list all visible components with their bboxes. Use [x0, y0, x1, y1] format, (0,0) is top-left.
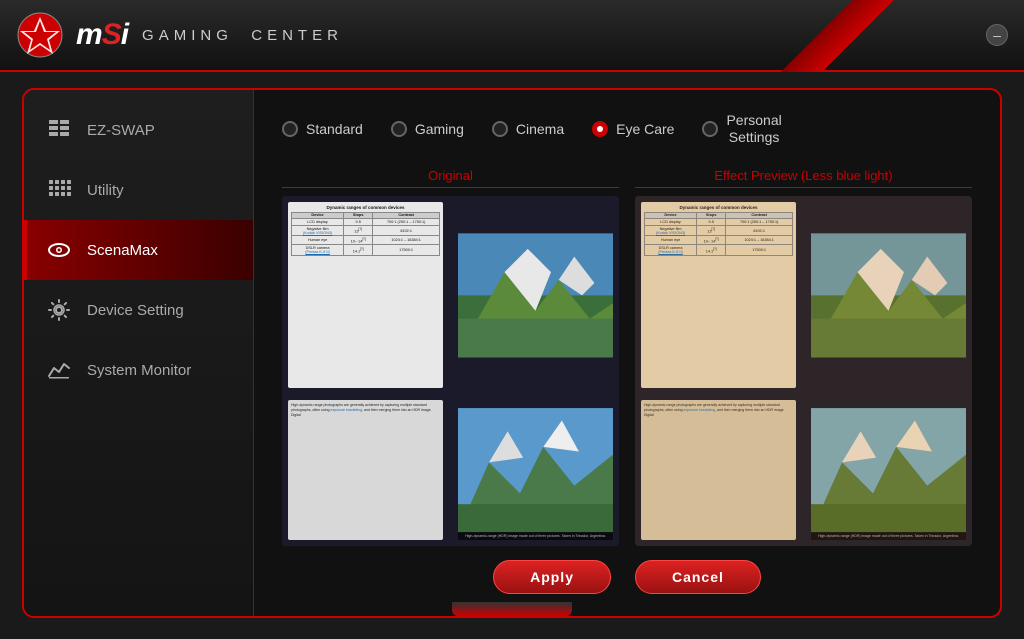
effect-mountain-top	[811, 202, 966, 389]
mode-cinema[interactable]: Cinema	[492, 121, 564, 137]
original-preview-title: Original	[282, 164, 619, 188]
effect-preview-panel: Effect Preview (Less blue light) Dynamic…	[635, 164, 972, 546]
app-logo: mSi GAMING CENTER	[76, 18, 343, 52]
radio-gaming[interactable]	[391, 121, 407, 137]
mode-standard[interactable]: Standard	[282, 121, 363, 137]
mode-gaming-label: Gaming	[415, 121, 464, 137]
sidebar-label-utility: Utility	[87, 182, 124, 199]
msi-logo-icon	[16, 11, 64, 59]
grid2-icon	[45, 176, 73, 204]
radio-eye-care[interactable]	[592, 121, 608, 137]
effect-preview-image: Dynamic ranges of common devices DeviceS…	[635, 196, 972, 546]
original-table-title: Dynamic ranges of common devices	[291, 205, 440, 210]
radio-cinema[interactable]	[492, 121, 508, 137]
original-text-block: High-dynamic-range photographs are gener…	[288, 400, 443, 540]
original-data-table: Dynamic ranges of common devices DeviceS…	[288, 202, 443, 389]
effect-table: DeviceStopsContrast LCD display9.5700:1 …	[644, 212, 793, 256]
original-mountain-top	[458, 202, 613, 389]
header-left: mSi GAMING CENTER	[16, 11, 986, 59]
radio-personal[interactable]	[702, 121, 718, 137]
mode-selector: Standard Gaming Cinema Eye Care Personal…	[282, 112, 972, 146]
sidebar-label-system-monitor: System Monitor	[87, 362, 191, 379]
original-caption: High-dynamic-range (HDR) image made out …	[458, 532, 613, 540]
header: mSi GAMING CENTER –	[0, 0, 1024, 72]
apply-button[interactable]: Apply	[493, 560, 611, 594]
msi-text: mSi	[76, 18, 128, 52]
mode-personal-label: PersonalSettings	[726, 112, 781, 146]
gaming-center-text: GAMING CENTER	[142, 27, 343, 44]
sidebar: EZ-SWAP Utility	[24, 90, 254, 616]
mode-standard-label: Standard	[306, 121, 363, 137]
sidebar-label-ez-swap: EZ-SWAP	[87, 122, 155, 139]
effect-img-wrapper: Dynamic ranges of common devices DeviceS…	[635, 196, 972, 546]
original-preview-panel: Original Dynamic ranges of common device…	[282, 164, 619, 546]
original-mountain-bottom: High-dynamic-range (HDR) image made out …	[458, 400, 613, 540]
grid-icon	[45, 116, 73, 144]
effect-data-table: Dynamic ranges of common devices DeviceS…	[641, 202, 796, 389]
sidebar-label-scenamax: ScenaMax	[87, 242, 158, 259]
effect-table-title: Dynamic ranges of common devices	[644, 205, 793, 210]
chart-icon	[45, 356, 73, 384]
radio-standard[interactable]	[282, 121, 298, 137]
original-img-wrapper: Dynamic ranges of common devices DeviceS…	[282, 196, 619, 546]
sidebar-item-device-setting[interactable]: Device Setting	[24, 280, 253, 340]
cancel-button[interactable]: Cancel	[635, 560, 761, 594]
sidebar-item-scenamax[interactable]: ScenaMax	[24, 220, 253, 280]
gear-icon	[45, 296, 73, 324]
bottom-decoration	[452, 602, 572, 616]
header-right: –	[986, 24, 1008, 46]
mode-eye-care[interactable]: Eye Care	[592, 121, 674, 137]
preview-section: Original Dynamic ranges of common device…	[282, 164, 972, 546]
effect-preview-title: Effect Preview (Less blue light)	[635, 164, 972, 188]
eye-icon	[45, 236, 73, 264]
main-area: EZ-SWAP Utility	[22, 88, 1002, 618]
sidebar-item-system-monitor[interactable]: System Monitor	[24, 340, 253, 400]
minimize-button[interactable]: –	[986, 24, 1008, 46]
sidebar-item-ez-swap[interactable]: EZ-SWAP	[24, 100, 253, 160]
original-table: DeviceStopsContrast LCD display9.5700:1 …	[291, 212, 440, 256]
mode-cinema-label: Cinema	[516, 121, 564, 137]
sidebar-item-utility[interactable]: Utility	[24, 160, 253, 220]
button-row: Apply Cancel	[282, 560, 972, 594]
content-area: Standard Gaming Cinema Eye Care Personal…	[254, 90, 1000, 616]
mode-gaming[interactable]: Gaming	[391, 121, 464, 137]
effect-text-block: High-dynamic-range photographs are gener…	[641, 400, 796, 540]
effect-caption: High-dynamic-range (HDR) image made out …	[811, 532, 966, 540]
effect-mountain-bottom: High-dynamic-range (HDR) image made out …	[811, 400, 966, 540]
original-preview-image: Dynamic ranges of common devices DeviceS…	[282, 196, 619, 546]
mode-eye-care-label: Eye Care	[616, 121, 674, 137]
mode-personal[interactable]: PersonalSettings	[702, 112, 781, 146]
sidebar-label-device-setting: Device Setting	[87, 302, 184, 319]
